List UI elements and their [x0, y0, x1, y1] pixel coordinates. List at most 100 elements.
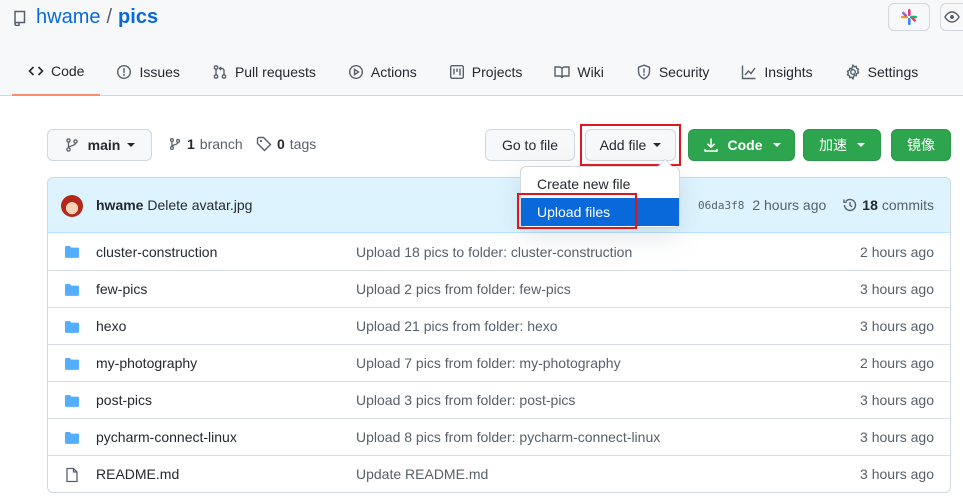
tag-label: tags: [289, 136, 317, 152]
shield-icon: [637, 64, 651, 80]
branch-name: main: [87, 137, 121, 153]
repo-name-link[interactable]: pics: [118, 6, 158, 29]
speed-button-label: 加速: [819, 137, 847, 153]
commit-count: 18: [862, 197, 878, 213]
file-name-link[interactable]: post-pics: [96, 392, 152, 408]
folder-icon: [65, 284, 79, 296]
tab-label: Insights: [764, 64, 813, 80]
branch-icon: [169, 138, 181, 150]
file-name-link[interactable]: cluster-construction: [96, 244, 217, 260]
file-age: 3 hours ago: [860, 392, 934, 408]
sparkle-button[interactable]: [888, 3, 930, 31]
file-commit-message-link[interactable]: Upload 8 pics from folder: pycharm-conne…: [356, 429, 660, 445]
commits-link[interactable]: 18 commits: [842, 197, 934, 213]
file-age: 3 hours ago: [860, 429, 934, 445]
file-age: 3 hours ago: [860, 318, 934, 334]
tab-label: Code: [51, 63, 85, 79]
folder-icon: [65, 432, 79, 444]
speed-button[interactable]: 加速: [803, 129, 881, 161]
file-name-link[interactable]: hexo: [96, 318, 126, 334]
code-button-label: Code: [727, 137, 763, 153]
tab-issues[interactable]: Issues: [100, 52, 195, 92]
commit-info: 06da3f8 2 hours ago 18 commits: [698, 197, 934, 213]
folder-icon-wrap: [64, 356, 80, 375]
avatar[interactable]: [61, 195, 83, 217]
history-icon: [843, 198, 857, 212]
folder-icon: [65, 395, 79, 407]
tab-projects[interactable]: Projects: [433, 52, 539, 92]
tab-label: Wiki: [577, 64, 604, 80]
file-commit-message-link[interactable]: Upload 18 pics to folder: cluster-constr…: [356, 244, 632, 260]
chevron-down-icon: [772, 143, 781, 147]
sparkle-icon: [901, 9, 917, 25]
file-icon: [66, 467, 78, 483]
branch-label: branch: [199, 136, 243, 152]
mirror-button[interactable]: 镜像: [891, 129, 951, 161]
folder-icon-wrap: [64, 430, 80, 449]
folder-icon: [65, 358, 79, 370]
table-row[interactable]: my-photography Upload 7 pics from folder:…: [48, 344, 950, 381]
file-commit-message-link[interactable]: Upload 2 pics from folder: few-pics: [356, 281, 571, 297]
tab-insights[interactable]: Insights: [725, 52, 828, 92]
tab-label: Issues: [139, 64, 180, 80]
file-name-link[interactable]: few-pics: [96, 281, 147, 297]
file-name-link[interactable]: pycharm-connect-linux: [96, 429, 237, 445]
tag-count: 0: [277, 136, 285, 152]
play-icon: [348, 64, 363, 80]
tab-pull-requests[interactable]: Pull requests: [196, 52, 332, 92]
file-commit-message-link[interactable]: Upload 3 pics from folder: post-pics: [356, 392, 575, 408]
tab-code[interactable]: Code: [12, 52, 101, 96]
tab-wiki[interactable]: Wiki: [538, 52, 619, 92]
branches-link[interactable]: 1 branch: [168, 136, 243, 152]
file-commit-message-link[interactable]: Update README.md: [356, 466, 488, 482]
repo-title: hwame / pics: [12, 6, 158, 29]
go-to-file-button[interactable]: Go to file: [485, 129, 575, 161]
table-row[interactable]: few-pics Upload 2 pics from folder: few-p…: [48, 270, 950, 307]
issue-icon: [117, 64, 132, 80]
repo-separator: /: [106, 6, 113, 28]
folder-icon-wrap: [64, 282, 80, 301]
repo-tabs: Code Issues Pull requests Actions Projec…: [12, 52, 934, 96]
download-icon: [703, 138, 718, 152]
watch-button[interactable]: [940, 3, 963, 31]
table-row[interactable]: hexo Upload 21 pics from folder: hexo 3 ho…: [48, 307, 950, 344]
latest-commit-message: hwame Delete avatar.jpg: [96, 197, 252, 213]
latest-commit-bar: hwame Delete avatar.jpg 06da3f8 2 hours …: [48, 178, 950, 233]
file-name-link[interactable]: README.md: [96, 466, 179, 482]
table-row[interactable]: cluster-construction Upload 18 pics to fo…: [48, 233, 950, 270]
book-icon: [554, 66, 571, 79]
pull-request-icon: [213, 65, 227, 79]
file-age: 3 hours ago: [860, 281, 934, 297]
commit-label: commits: [881, 197, 934, 213]
repo-owner-link[interactable]: hwame: [36, 6, 100, 29]
branch-count: 1: [187, 136, 195, 152]
tab-label: Projects: [471, 64, 523, 80]
eye-icon: [944, 11, 960, 23]
table-row[interactable]: post-pics Upload 3 pics from folder: post…: [48, 381, 950, 418]
folder-icon-wrap: [64, 393, 80, 412]
code-icon: [28, 66, 44, 76]
tab-label: Settings: [867, 64, 919, 80]
folder-icon: [65, 321, 79, 333]
file-commit-message-link[interactable]: Upload 21 pics from folder: hexo: [356, 318, 558, 334]
tab-security[interactable]: Security: [620, 52, 726, 92]
tag-icon: [256, 136, 272, 152]
table-row[interactable]: pycharm-connect-linux Upload 8 pics from …: [48, 418, 950, 455]
file-name-link[interactable]: my-photography: [96, 355, 197, 371]
file-commit-message-link[interactable]: Upload 7 pics from folder: my-photograph…: [356, 355, 621, 371]
code-download-button[interactable]: Code: [688, 129, 795, 161]
commit-sha[interactable]: 06da3f8: [698, 199, 744, 212]
branch-select-button[interactable]: main: [47, 129, 152, 161]
tab-actions[interactable]: Actions: [332, 52, 433, 92]
file-icon-wrap: [64, 467, 80, 486]
commit-message[interactable]: Delete avatar.jpg: [147, 197, 252, 213]
tab-label: Actions: [370, 64, 417, 80]
repo-icon: [14, 10, 26, 26]
tags-link[interactable]: 0 tags: [256, 136, 316, 152]
upload-files-highlight: [517, 193, 637, 229]
table-row[interactable]: README.md Update README.md 3 hours ago: [48, 455, 950, 492]
commit-time: 2 hours ago: [752, 197, 827, 213]
graph-icon: [742, 65, 756, 80]
tab-settings[interactable]: Settings: [829, 52, 935, 92]
commit-author[interactable]: hwame: [96, 197, 143, 213]
